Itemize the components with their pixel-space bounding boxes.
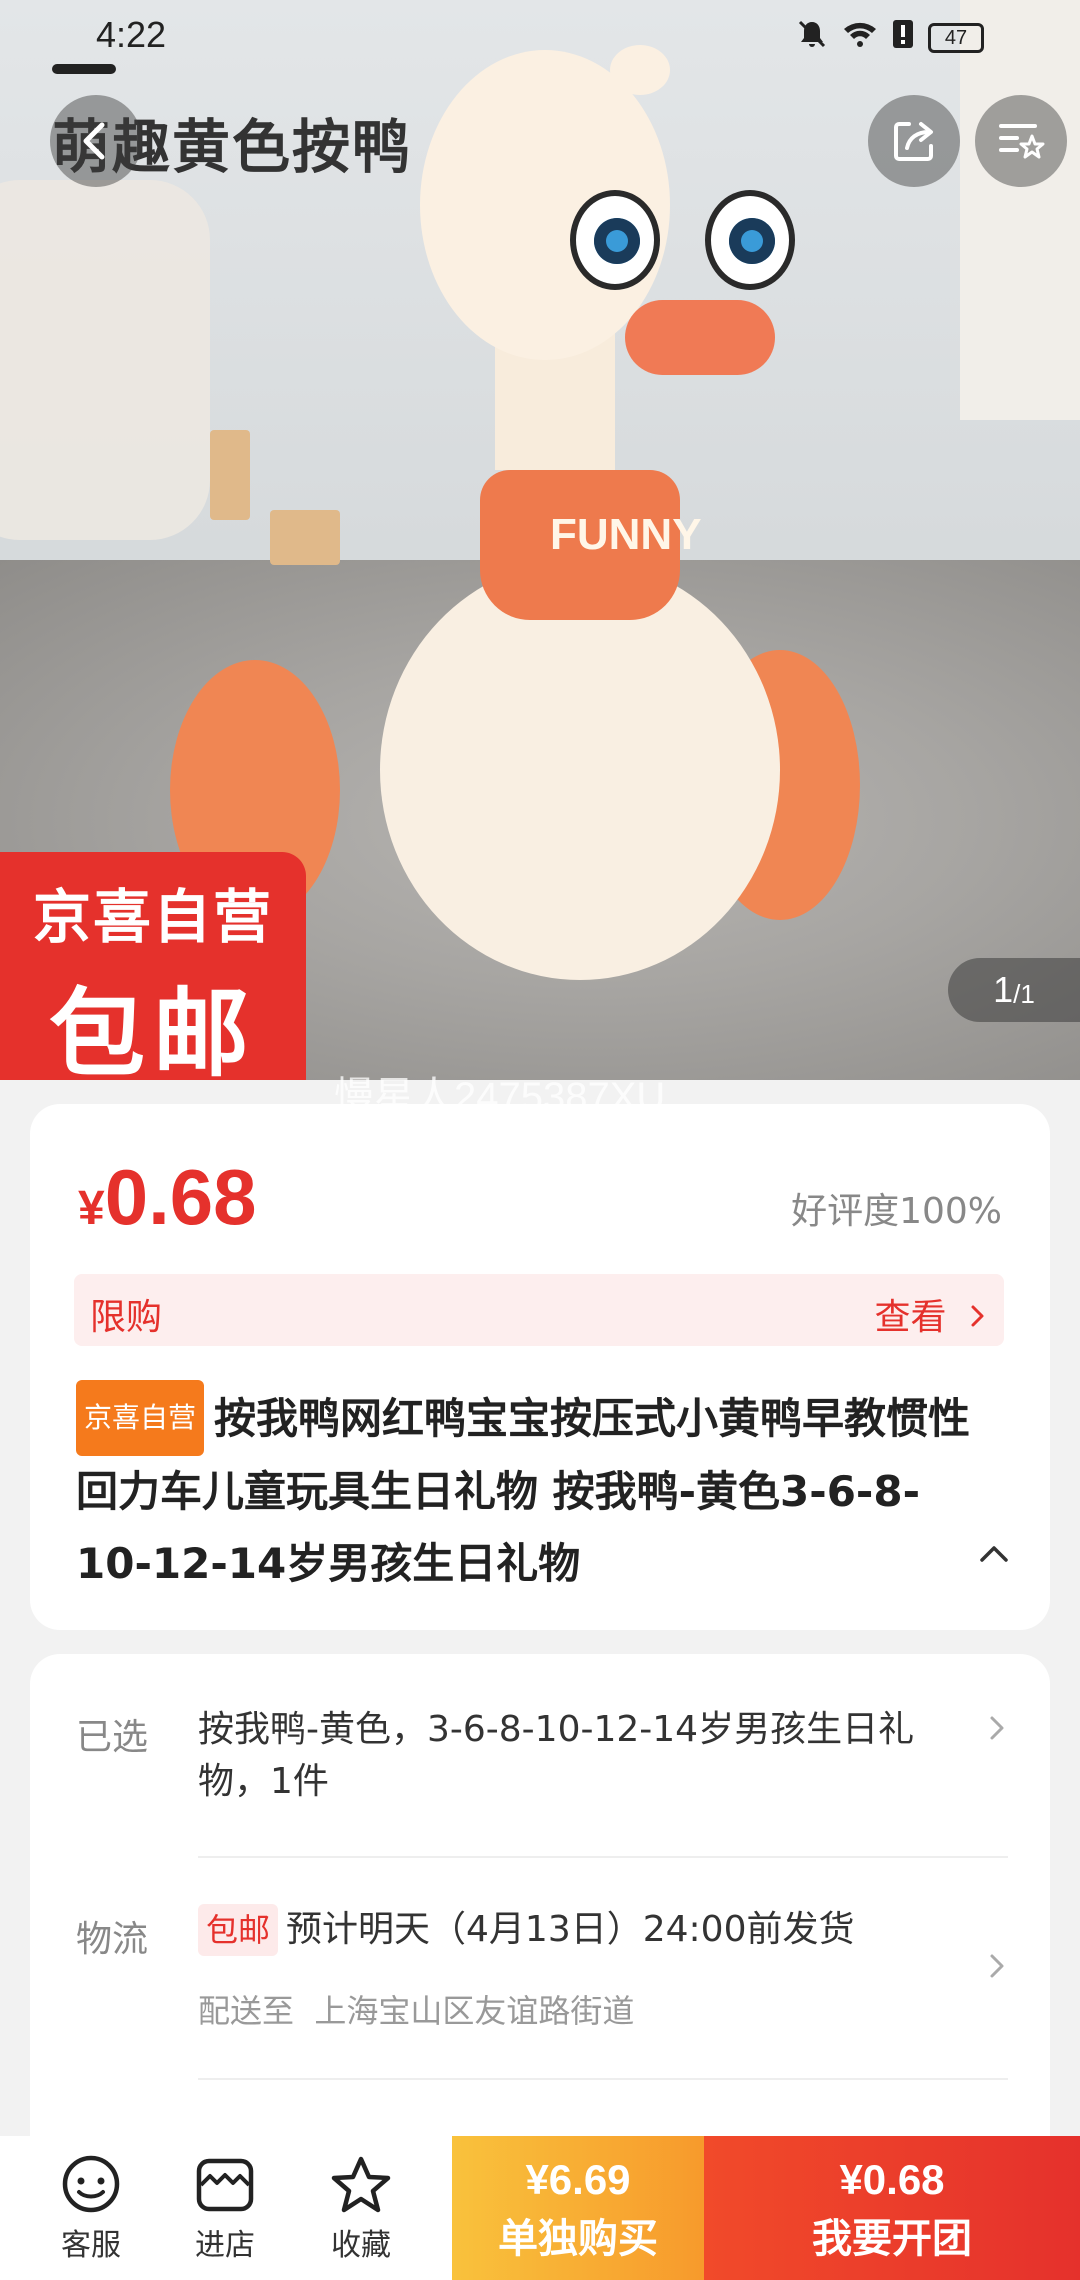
jx-free-shipping-badge: 京喜自营 包邮 [0,852,306,1090]
chevron-right-icon [988,1714,1006,1746]
limit-view-link[interactable]: 查看 [875,1288,988,1340]
store-icon [196,2158,254,2212]
wifi-icon [842,19,878,57]
back-button[interactable] [50,95,142,187]
image-counter-total: /1 [1013,978,1035,1009]
selected-label: 已选 [76,1717,149,1758]
product-title: 京喜自营 按我鸭网红鸭宝宝按压式小黄鸭早教惯性回力车儿童玩具生日礼物 按我鸭-黄色… [76,1380,976,1600]
share-button[interactable] [868,95,960,187]
status-time: 4:22 [96,14,167,55]
service-label: 客服 [61,2228,121,2263]
group-price: ¥0.68 [839,2156,945,2203]
price-card: ¥0.68 好评度100% 限购 查看 京喜自营 按我鸭网红鸭宝宝按压式小黄鸭早教… [30,1104,1050,1630]
divider [198,1856,1008,1858]
single-label: 单独购买 [498,2216,658,2262]
purchase-limit-bar[interactable]: 限购 查看 [74,1274,1004,1346]
divider [198,2078,1008,2080]
alert-icon [892,19,914,57]
duck-beak [625,300,775,375]
logistics-value: 包邮 预计明天（4月13日）24:00前发货 [198,1904,968,1956]
image-sofa [0,180,210,540]
service-face-icon [62,2155,120,2213]
image-shelf [960,0,1080,420]
product-print-text: FUNNY [550,510,702,559]
deliver-prefix: 配送至 [198,1992,295,2030]
price-value: 0.68 [104,1153,257,1241]
logistics-label: 物流 [76,1919,149,1960]
free-shipping-tag: 包邮 [198,1904,279,1956]
chevron-right-icon [971,1305,984,1327]
start-group-button[interactable]: ¥0.68 我要开团 [704,2136,1080,2280]
store-button[interactable]: 进店 [170,2150,280,2264]
bottom-action-bar: 客服 进店 收藏 ¥6.69 单独购买 ¥0.68 我要开团 [0,2136,1080,2280]
delivery-address: 配送至 上海宝山区友谊路街道 [198,1986,634,2032]
selected-value: 按我鸭-黄色，3-6-8-10-12-14岁男孩生日礼物，1件 [198,1709,915,1802]
favorite-button[interactable]: 收藏 [306,2150,416,2264]
image-toy-block [210,430,250,520]
duck-tuft [610,45,670,95]
favorite-label: 收藏 [331,2228,391,2263]
group-label: 我要开团 [812,2216,972,2262]
badge-line1: 京喜自营 [32,883,273,951]
duck-eye-left [570,190,660,290]
price: ¥0.68 [78,1152,257,1243]
battery-icon: 47 [928,23,984,53]
share-icon [894,122,933,161]
rating-text: 好评度100% [791,1191,1002,1232]
menu-star-icon [999,124,1045,159]
limit-view-label: 查看 [874,1297,947,1338]
single-price: ¥6.69 [525,2156,631,2203]
image-counter: 1/1 [948,958,1080,1022]
status-indicator-bar [52,64,116,74]
buy-single-button[interactable]: ¥6.69 单独购买 [452,2136,704,2280]
duck-eye-right [705,190,795,290]
limit-label: 限购 [90,1297,163,1338]
image-counter-current: 1 [993,969,1014,1010]
jx-self-operated-tag: 京喜自营 [76,1380,205,1456]
status-icons: 47 [796,18,984,58]
mute-icon [796,18,828,58]
product-detail-page: FUNNY 4:22 47 萌趣黄色按鸭 京喜自营 包邮 1/1 慢星人2475… [0,0,1080,2280]
store-label: 进店 [195,2228,255,2263]
more-menu-button[interactable] [975,95,1067,187]
back-arrow-icon [83,122,105,160]
chevron-up-icon[interactable] [978,1542,1010,1570]
product-title-text: 按我鸭网红鸭宝宝按压式小黄鸭早教惯性回力车儿童玩具生日礼物 按我鸭-黄色3-6-… [76,1394,971,1588]
ship-time: 预计明天（4月13日）24:00前发货 [286,1909,855,1950]
currency-symbol: ¥ [78,1182,105,1235]
star-icon [331,2156,391,2213]
duck-body [380,560,780,980]
image-toy-block [270,510,340,565]
customer-service-button[interactable]: 客服 [36,2150,146,2264]
chevron-right-icon [988,1952,1006,1984]
badge-line2: 包邮 [49,978,257,1090]
deliver-address: 上海宝山区友谊路街道 [314,1992,635,2030]
